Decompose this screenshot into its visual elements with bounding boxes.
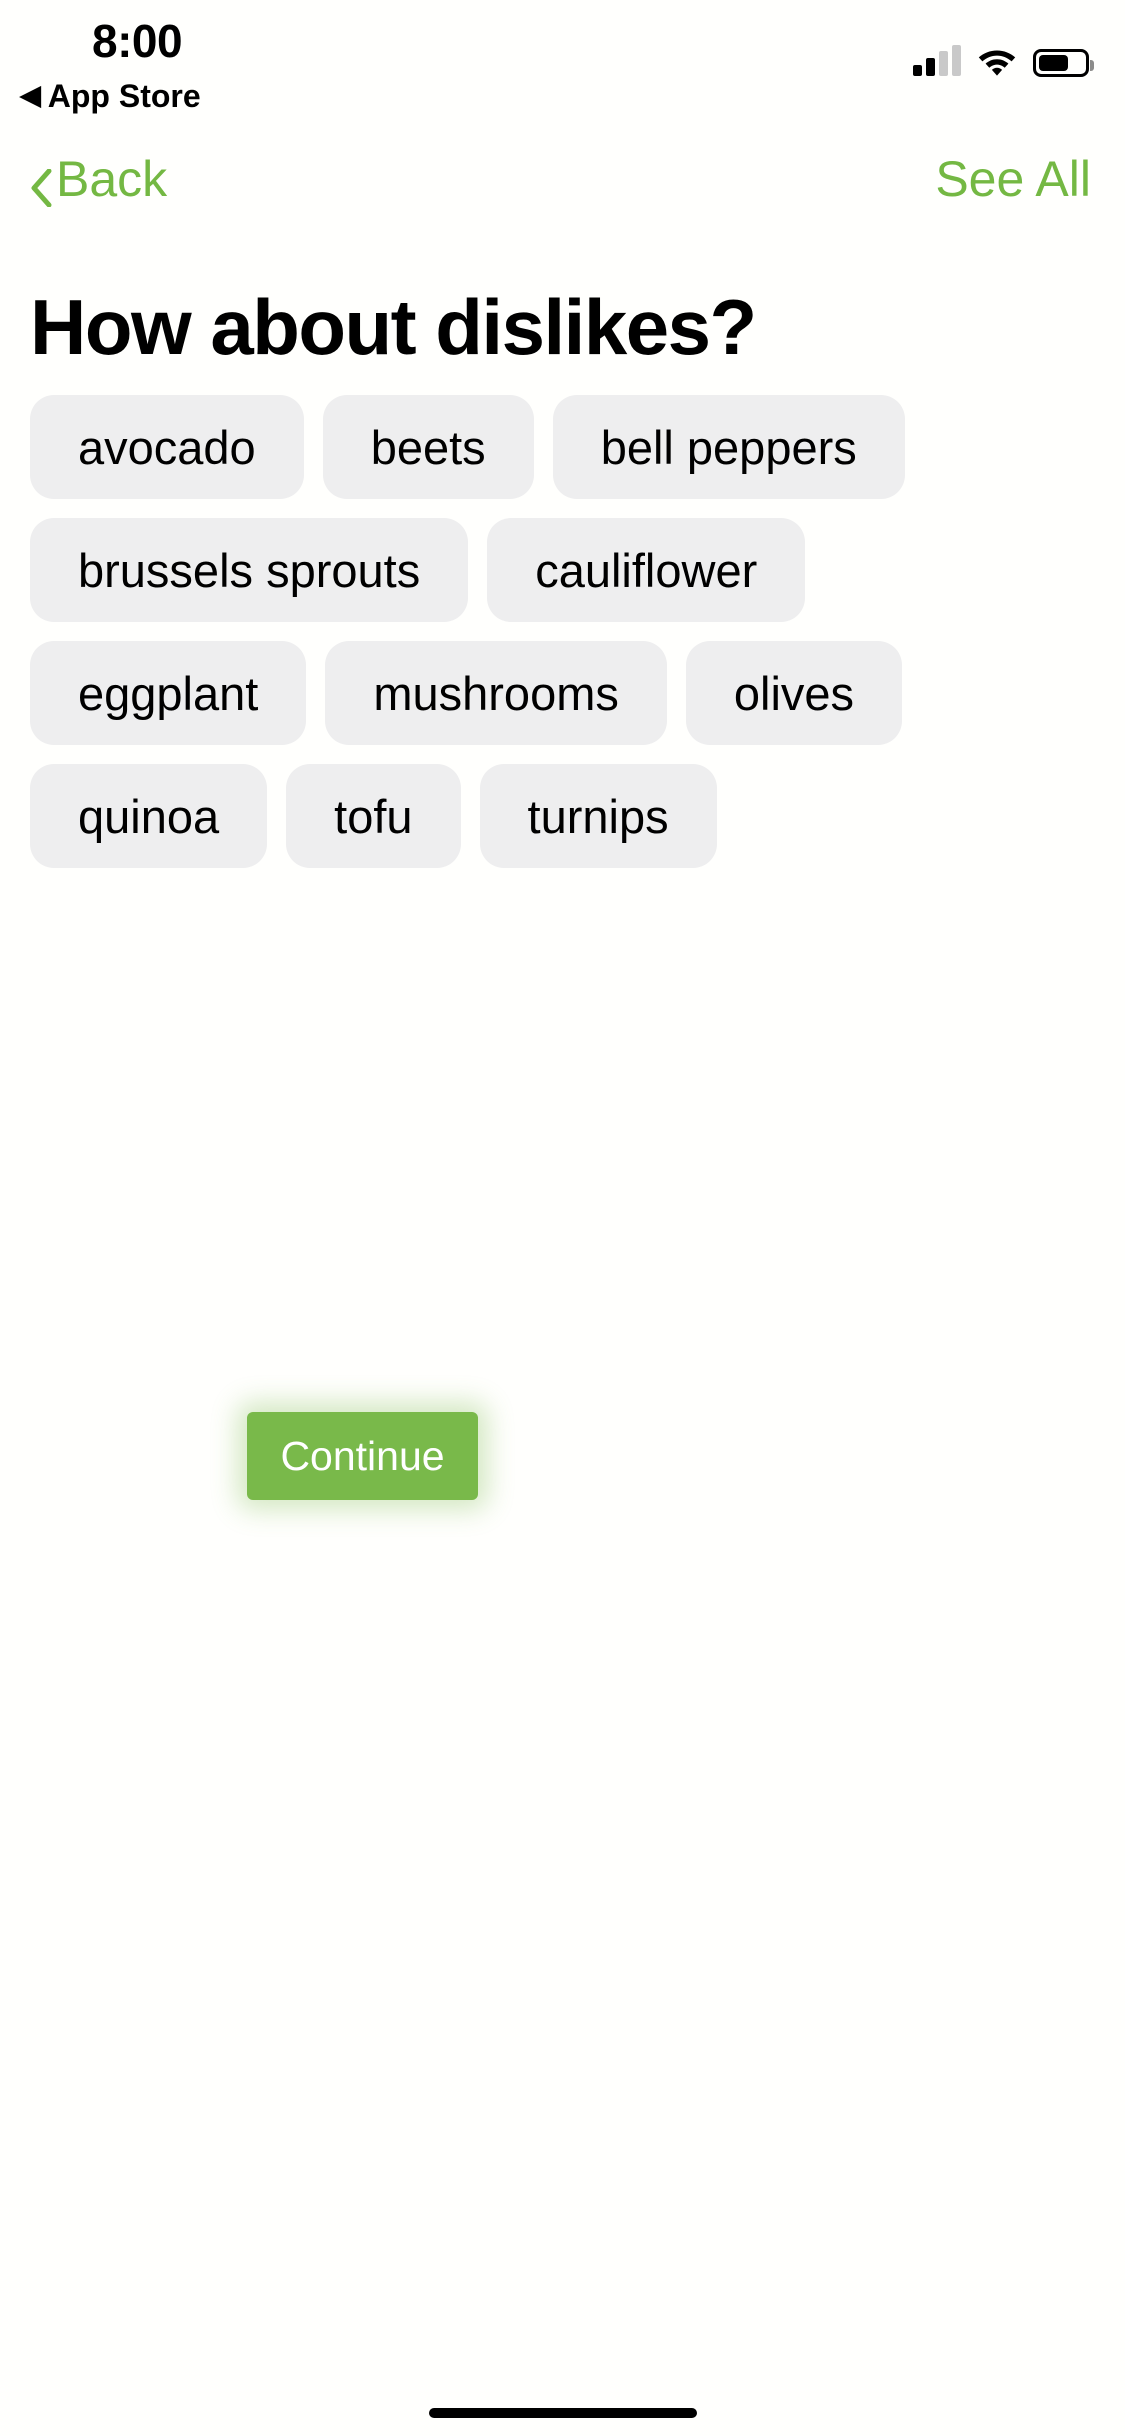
chip-label: avocado [78,420,256,474]
chip-item[interactable]: avocado [30,395,304,499]
chip-item[interactable]: beets [322,395,534,499]
chip-label: cauliflower [535,543,758,597]
chip-label: quinoa [78,789,220,843]
battery-icon [1033,49,1094,77]
navigation-bar: Back See All [0,150,1125,230]
continue-button[interactable]: Continue [247,1412,478,1500]
cellular-signal-icon [913,45,961,76]
chip-label: eggplant [78,666,259,720]
back-triangle-icon: ◀ [20,80,41,110]
return-to-app-store-button[interactable]: ◀ App Store [20,78,201,115]
chip-item[interactable]: quinoa [30,764,268,868]
chip-item[interactable]: brussels sprouts [30,518,469,622]
chip-label: brussels sprouts [78,543,421,597]
home-indicator[interactable] [428,2408,697,2418]
page-title: How about dislikes? [30,283,757,371]
chip-item[interactable]: turnips [479,764,717,868]
chip-item[interactable]: tofu [286,764,461,868]
chip-label: turnips [527,789,669,843]
chip-item[interactable]: cauliflower [487,518,806,622]
chip-item[interactable]: bell peppers [552,395,905,499]
chip-item[interactable]: eggplant [30,641,307,745]
chip-item[interactable]: olives [685,641,903,745]
chip-label: mushrooms [373,666,619,720]
status-bar-indicators [913,40,1094,77]
status-bar-clock: 8:00 [92,15,183,67]
chevron-left-icon [30,161,52,208]
back-button[interactable]: Back [30,150,167,208]
return-app-label: App Store [47,78,201,114]
back-button-label: Back [56,151,168,207]
see-all-button[interactable]: See All [935,150,1091,208]
wifi-icon [977,46,1017,77]
chip-label: olives [733,666,855,720]
status-bar: 8:00 ◀ App Store [0,0,1125,132]
chip-label: bell peppers [600,420,857,474]
phone-screen: 8:00 ◀ App Store Back See All How about … [0,0,1125,2436]
chip-item[interactable]: mushrooms [325,641,667,745]
chip-label: beets [370,420,486,474]
dislikes-chip-list: avocado beets bell peppers brussels spro… [30,395,1095,868]
chip-label: tofu [334,789,413,843]
